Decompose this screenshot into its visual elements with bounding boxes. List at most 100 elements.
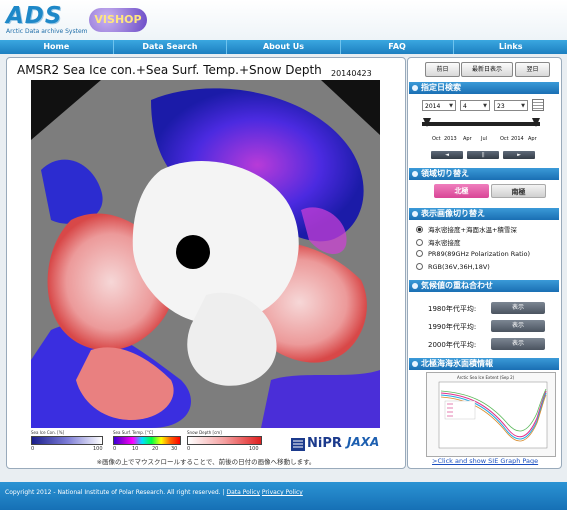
nipr-emblem-icon bbox=[291, 438, 305, 451]
bullet-icon bbox=[412, 360, 418, 367]
legend-sea-ice-ticks: 0 100 bbox=[31, 445, 103, 453]
radio-icon bbox=[416, 263, 423, 270]
sie-thumb-title: Arctic Sea Ice Extent (Sep 2) bbox=[457, 375, 515, 380]
privacy-policy-link[interactable]: Privacy Policy bbox=[262, 489, 303, 496]
north-pole-button[interactable]: 北極 bbox=[434, 184, 489, 198]
month-value: 4 bbox=[463, 103, 467, 110]
data-policy-link[interactable]: Data Policy bbox=[227, 489, 261, 496]
ads-logo[interactable]: ADS Arctic Data archive System bbox=[6, 3, 88, 36]
legend-tick: 20 bbox=[152, 446, 159, 452]
radio-label: RGB(36V,36H,18V) bbox=[428, 263, 490, 271]
chevron-down-icon: ▼ bbox=[449, 103, 453, 109]
sie-graph-thumbnail[interactable]: Arctic Sea Ice Extent (Sep 2) bbox=[426, 372, 556, 457]
timeline-label: Oct bbox=[432, 136, 441, 142]
radio-rgb[interactable]: RGB(36V,36H,18V) bbox=[416, 263, 490, 271]
next-day-button[interactable]: 翌日 bbox=[515, 62, 550, 77]
nav-faq[interactable]: FAQ bbox=[341, 40, 455, 54]
play-forward-button[interactable]: ► bbox=[503, 151, 535, 159]
timeline-label: 2014 bbox=[511, 136, 524, 142]
nav-about-us[interactable]: About Us bbox=[227, 40, 341, 54]
control-panel: 前日 最新日表示 翌日 指定日検索 2014 ▼ 4 ▼ 23 ▼ Oct 2013 … bbox=[407, 57, 562, 469]
timeline-label: Jul bbox=[481, 136, 488, 142]
region-title: 領域切り替え bbox=[421, 169, 469, 178]
timeline-end-handle[interactable] bbox=[532, 118, 540, 127]
overlay-1990-button[interactable]: 表示 bbox=[491, 320, 545, 332]
sie-header: 北極海海氷面積情報 bbox=[409, 358, 559, 370]
copyright-text: Copyright 2012 - National Institute of P… bbox=[5, 489, 225, 496]
bullet-icon bbox=[412, 282, 418, 289]
main-nav: Home Data Search About Us FAQ Links bbox=[0, 40, 567, 54]
climate-overlay-title: 気候値の重ね合わせ bbox=[421, 281, 493, 290]
sie-thumbnail-graphic bbox=[438, 381, 548, 449]
prev-day-button[interactable]: 前日 bbox=[425, 62, 460, 77]
legend-sst-ticks: 0 10 20 30 bbox=[113, 445, 181, 453]
map-panel: AMSR2 Sea Ice con.+Sea Surf. Temp.+Snow … bbox=[6, 57, 406, 469]
radio-ice-conc[interactable]: 海氷密接度 bbox=[416, 237, 461, 247]
radio-icon bbox=[416, 250, 423, 257]
image-type-title: 表示画像切り替え bbox=[421, 209, 485, 218]
overlay-1990-label: 1990年代平均: bbox=[428, 323, 477, 331]
legend-sea-ice-bar bbox=[31, 436, 103, 445]
overlay-2000-button[interactable]: 表示 bbox=[491, 338, 545, 350]
climate-overlay-header: 気候値の重ね合わせ bbox=[409, 280, 559, 292]
map-area: Sea Ice Con. [%] 0 100 Sea Surf. Temp. [… bbox=[31, 80, 380, 488]
day-value: 23 bbox=[497, 103, 505, 110]
bullet-icon bbox=[412, 170, 418, 177]
vishop-logo[interactable]: VISHOP bbox=[89, 8, 147, 32]
nipr-logo: NiPR bbox=[307, 436, 342, 451]
day-select[interactable]: 23 ▼ bbox=[494, 100, 528, 111]
sie-title: 北極海海氷面積情報 bbox=[421, 359, 493, 368]
nav-home[interactable]: Home bbox=[0, 40, 114, 54]
site-footer: Copyright 2012 - National Institute of P… bbox=[0, 482, 567, 510]
legend-tick: 100 bbox=[93, 446, 103, 452]
legend-snow-bar bbox=[187, 436, 262, 445]
legend-tick: 0 bbox=[31, 446, 35, 452]
bullet-icon bbox=[412, 84, 418, 91]
image-type-header: 表示画像切り替え bbox=[409, 208, 559, 220]
date-search-title: 指定日検索 bbox=[421, 83, 461, 92]
timeline-label: Apr bbox=[463, 136, 472, 142]
chevron-down-icon: ▼ bbox=[521, 103, 525, 109]
radio-pr89[interactable]: PR89(89GHz Polarization Ratio) bbox=[416, 250, 530, 258]
radio-label: 海氷密接度+海面水温+積雪深 bbox=[428, 226, 517, 234]
region-header: 領域切り替え bbox=[409, 168, 559, 180]
radio-icon bbox=[416, 239, 423, 246]
legend-tick: 0 bbox=[187, 446, 191, 452]
footer-text: Copyright 2012 - National Institute of P… bbox=[5, 489, 303, 496]
play-back-button[interactable]: ◄ bbox=[431, 151, 463, 159]
year-value: 2014 bbox=[425, 103, 441, 110]
month-select[interactable]: 4 ▼ bbox=[460, 100, 490, 111]
calendar-icon[interactable] bbox=[532, 99, 544, 111]
scroll-note: ※画像の上でマウスクロールすることで、前後の日付の画像へ移動します。 bbox=[96, 458, 316, 466]
jaxa-logo: JAXA bbox=[347, 435, 380, 449]
legend-tick: 30 bbox=[171, 446, 178, 452]
ads-logo-text: ADS bbox=[6, 3, 63, 29]
map-date: 20140423 bbox=[331, 69, 372, 78]
sie-graph-link[interactable]: >Click and show SIE Graph Page bbox=[432, 457, 538, 465]
legend-sst-bar bbox=[113, 436, 181, 445]
timeline-label: Apr bbox=[528, 136, 537, 142]
radio-ice-sst-snow[interactable]: 海氷密接度+海面水温+積雪深 bbox=[416, 224, 517, 234]
latest-day-button[interactable]: 最新日表示 bbox=[461, 62, 513, 77]
timeline-slider[interactable] bbox=[422, 122, 540, 126]
radio-label: PR89(89GHz Polarization Ratio) bbox=[428, 250, 530, 258]
nav-links[interactable]: Links bbox=[454, 40, 567, 54]
legend-tick: 10 bbox=[132, 446, 139, 452]
overlay-1980-button[interactable]: 表示 bbox=[491, 302, 545, 314]
radio-checked-icon bbox=[416, 226, 423, 233]
year-select[interactable]: 2014 ▼ bbox=[422, 100, 456, 111]
overlay-2000-label: 2000年代平均: bbox=[428, 341, 477, 349]
timeline-start-handle[interactable] bbox=[423, 118, 431, 127]
polar-map-image[interactable] bbox=[31, 80, 380, 428]
radio-label: 海氷密接度 bbox=[428, 239, 461, 247]
south-pole-button[interactable]: 南極 bbox=[491, 184, 546, 198]
legend-tick: 100 bbox=[249, 446, 259, 452]
pause-button[interactable]: || bbox=[467, 151, 499, 159]
date-search-header: 指定日検索 bbox=[409, 82, 559, 94]
legend-tick: 0 bbox=[113, 446, 117, 452]
bullet-icon bbox=[412, 210, 418, 217]
nav-data-search[interactable]: Data Search bbox=[114, 40, 228, 54]
map-title: AMSR2 Sea Ice con.+Sea Surf. Temp.+Snow … bbox=[17, 63, 322, 77]
polar-map-graphic bbox=[31, 80, 380, 428]
overlay-1980-label: 1980年代平均: bbox=[428, 305, 477, 313]
